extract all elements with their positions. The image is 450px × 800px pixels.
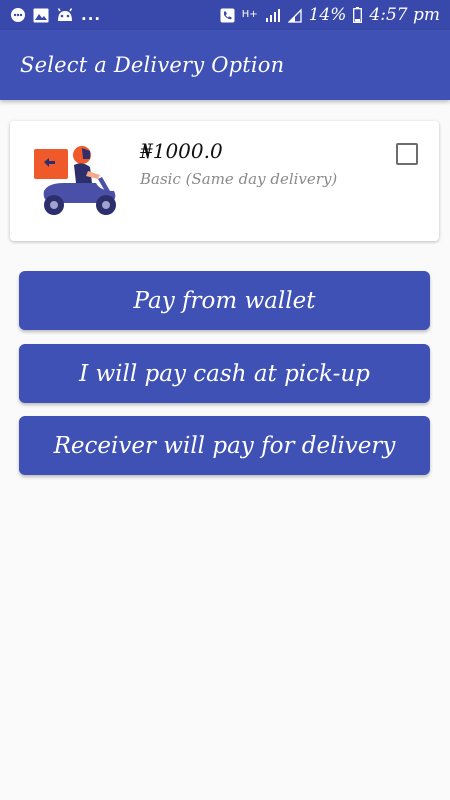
status-bar-left: ... <box>10 6 101 24</box>
status-bar-right: H+ 14% 4:57 pm <box>220 5 440 25</box>
status-time: 4:57 pm <box>369 5 440 25</box>
network-type-label: H+ <box>241 9 258 20</box>
signal-icon-2 <box>287 7 302 23</box>
status-bar: ... H+ 14% 4:57 pm <box>0 0 450 30</box>
app-bar: Select a Delivery Option <box>0 30 450 100</box>
android-icon <box>56 8 74 22</box>
delivery-rider-icon <box>30 139 126 223</box>
receiver-pays-button[interactable]: Receiver will pay for delivery <box>19 416 430 475</box>
signal-icon <box>265 8 281 23</box>
delivery-option-card[interactable]: ₦1000.0 Basic (Same day delivery) <box>10 121 439 241</box>
messenger-icon <box>10 7 26 23</box>
battery-icon <box>353 7 363 23</box>
delivery-option-checkbox[interactable] <box>396 143 418 165</box>
battery-percent: 14% <box>308 5 347 25</box>
notification-overflow: ... <box>81 6 102 24</box>
gallery-icon <box>33 8 49 23</box>
page-title: Select a Delivery Option <box>20 53 285 77</box>
call-icon <box>220 8 235 23</box>
delivery-description: Basic (Same day delivery) <box>140 170 338 188</box>
pay-cash-pickup-button[interactable]: I will pay cash at pick-up <box>19 344 430 403</box>
pay-from-wallet-button[interactable]: Pay from wallet <box>19 271 430 330</box>
delivery-price: ₦1000.0 <box>140 139 223 163</box>
